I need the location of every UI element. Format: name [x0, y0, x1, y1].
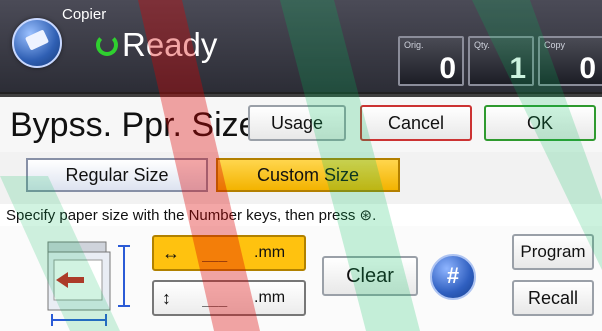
copy-counter: Copy 0 — [538, 36, 602, 86]
quantity-counter: Qty. 1 — [468, 36, 534, 86]
bypass-tray-diagram-icon — [47, 241, 130, 326]
ready-status-icon — [96, 34, 118, 56]
horizontal-arrow-icon: ↔ — [162, 243, 180, 263]
recall-button[interactable]: Recall — [512, 280, 594, 316]
vertical-size-field[interactable]: ↕ ___ .mm — [152, 280, 306, 316]
counter-value: 1 — [509, 52, 526, 85]
vertical-unit: .mm — [254, 289, 286, 306]
vertical-value: ___ — [202, 291, 228, 307]
counter-label: Orig. — [404, 40, 424, 50]
usage-button[interactable]: Usage — [248, 105, 346, 141]
hash-key-button[interactable]: # — [430, 254, 476, 300]
ok-button[interactable]: OK — [484, 105, 596, 141]
program-button[interactable]: Program — [512, 234, 594, 270]
horizontal-value: ___ — [202, 246, 228, 262]
page-title: Bypss. Ppr. Size — [10, 106, 258, 144]
cancel-button[interactable]: Cancel — [360, 105, 472, 141]
status-text: Ready — [122, 26, 218, 63]
counter-label: Copy — [544, 40, 566, 50]
copier-screen: Copier Ready Orig. 0 Qty. 1 Copy 0 Bypss… — [0, 0, 602, 331]
counter-value: 0 — [579, 52, 596, 85]
title-row: Bypss. Ppr. Size Usage Cancel OK — [0, 94, 602, 155]
horizontal-size-field[interactable]: ↔ ___ .mm — [152, 235, 306, 271]
tab-custom-size[interactable]: Custom Size — [216, 158, 400, 192]
counter-value: 0 — [439, 52, 456, 85]
counter-label: Qty. — [474, 40, 490, 50]
copier-app-icon[interactable] — [12, 18, 62, 68]
horizontal-unit: .mm — [254, 244, 286, 261]
clear-button[interactable]: Clear — [322, 256, 418, 296]
custom-size-panel: ↔ ___ .mm ↕ ___ .mm Clear # Program Reca… — [0, 226, 602, 331]
original-counter: Orig. 0 — [398, 36, 464, 86]
tab-regular-size[interactable]: Regular Size — [26, 158, 208, 192]
vertical-arrow-icon: ↕ — [162, 288, 171, 308]
app-title: Copier — [62, 6, 107, 23]
status-header: Copier Ready Orig. 0 Qty. 1 Copy 0 — [0, 0, 602, 94]
instruction-text: Specify paper size with the Number keys,… — [6, 207, 377, 224]
size-tabs: Regular Size Custom Size — [0, 152, 602, 204]
